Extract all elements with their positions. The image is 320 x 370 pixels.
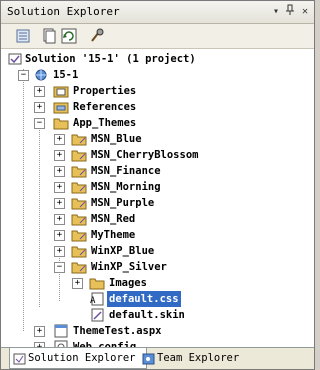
solution-explorer-icon	[13, 352, 26, 365]
bottom-tabs: Solution Explorer Team Explorer	[1, 347, 314, 369]
expand-icon[interactable]: +	[72, 278, 83, 289]
title-bar: Solution Explorer ▾ ✕	[1, 1, 314, 24]
tree-item-label: ThemeTest.aspx	[73, 325, 162, 337]
solution-tree: Solution '15-1' (1 project) − 15-1 + Pro…	[1, 49, 314, 354]
svg-text:A: A	[90, 296, 96, 306]
tree-item-app-themes[interactable]: − App_Themes	[5, 115, 305, 131]
tree-item-label: MSN_Blue	[91, 133, 142, 145]
tree-item-default-skin[interactable]: default.skin	[5, 307, 305, 323]
tree-item-theme[interactable]: + WinXP_Blue	[5, 243, 305, 259]
tree-item-solution[interactable]: Solution '15-1' (1 project)	[5, 51, 305, 67]
tree-item-theme[interactable]: + MSN_Purple	[5, 195, 305, 211]
theme-folder-open-icon	[71, 260, 87, 274]
tree-item-default-css[interactable]: A default.css	[5, 291, 305, 307]
tree-item-label: MSN_CherryBlossom	[91, 149, 199, 161]
tree-item-project[interactable]: − 15-1	[5, 67, 305, 83]
properties-folder-icon	[53, 84, 69, 98]
aspx-file-icon	[53, 324, 69, 338]
theme-folder-icon	[71, 244, 87, 258]
theme-folder-icon	[71, 180, 87, 194]
expand-icon[interactable]: +	[34, 102, 45, 113]
tree-item-label: default.css	[107, 291, 181, 307]
tree-item-label: WinXP_Silver	[91, 261, 167, 273]
collapse-icon[interactable]: −	[34, 118, 45, 129]
tree-item-label: WinXP_Blue	[91, 245, 155, 257]
tree-item-properties[interactable]: + Properties	[5, 83, 305, 99]
tree-item-label: Images	[109, 277, 147, 289]
toolbar	[1, 24, 314, 49]
tree-item-theme[interactable]: + MSN_Blue	[5, 131, 305, 147]
theme-folder-icon	[71, 148, 87, 162]
tree-item-label: default.skin	[109, 309, 185, 321]
tree-item-theme[interactable]: + MSN_Morning	[5, 179, 305, 195]
tree-item-label: References	[73, 101, 137, 113]
theme-folder-icon	[71, 212, 87, 226]
theme-folder-icon	[71, 132, 87, 146]
project-icon	[33, 68, 49, 82]
close-icon[interactable]: ✕	[298, 4, 312, 19]
team-explorer-icon	[142, 352, 155, 365]
tab-label: Solution Explorer	[28, 352, 136, 364]
tree-item-theme[interactable]: + MSN_Finance	[5, 163, 305, 179]
expand-icon[interactable]: +	[34, 86, 45, 97]
folder-open-icon	[53, 116, 69, 130]
theme-folder-icon	[71, 196, 87, 210]
tree-item-theme[interactable]: + MyTheme	[5, 227, 305, 243]
collapse-icon[interactable]: −	[18, 70, 29, 81]
solution-icon	[7, 52, 23, 66]
expand-icon[interactable]: +	[54, 134, 65, 145]
view-code-icon[interactable]	[89, 28, 105, 44]
show-all-files-icon[interactable]	[41, 28, 57, 44]
tree-item-label: 15-1	[53, 69, 79, 81]
theme-folder-icon	[71, 164, 87, 178]
tab-label: Team Explorer	[157, 352, 240, 364]
references-folder-icon	[53, 100, 69, 114]
expand-icon[interactable]: +	[54, 150, 65, 161]
tree-item-themetest[interactable]: + ThemeTest.aspx	[5, 323, 305, 339]
tree-item-label: MSN_Finance	[91, 165, 161, 177]
tree-item-references[interactable]: + References	[5, 99, 305, 115]
properties-icon[interactable]	[15, 28, 31, 44]
solution-explorer-window: Solution Explorer ▾ ✕ Solution '15-1' (1…	[0, 0, 315, 370]
tree-item-label: App_Themes	[73, 117, 137, 129]
tree-item-label: MyTheme	[91, 229, 136, 241]
expand-icon[interactable]: +	[54, 182, 65, 193]
expand-icon[interactable]: +	[54, 214, 65, 225]
tree-item-images[interactable]: + Images	[5, 275, 305, 291]
expand-icon[interactable]: +	[54, 198, 65, 209]
skin-file-icon	[89, 308, 105, 322]
pin-icon[interactable]	[283, 4, 297, 19]
tree-item-theme[interactable]: − WinXP_Silver	[5, 259, 305, 275]
tree-item-label: MSN_Purple	[91, 197, 155, 209]
expand-icon[interactable]: +	[34, 326, 45, 337]
theme-folder-icon	[71, 228, 87, 242]
expand-icon[interactable]: +	[54, 166, 65, 177]
tree-item-theme[interactable]: + MSN_CherryBlossom	[5, 147, 305, 163]
collapse-icon[interactable]: −	[54, 262, 65, 273]
tab-solution-explorer[interactable]: Solution Explorer	[9, 348, 147, 369]
folder-icon	[89, 276, 105, 290]
css-file-icon: A	[89, 292, 105, 306]
dropdown-icon[interactable]: ▾	[269, 4, 283, 19]
tree-item-label: MSN_Morning	[91, 181, 161, 193]
tree-item-label: Properties	[73, 85, 137, 97]
tree-item-label: MSN_Red	[91, 213, 136, 225]
tree-item-label: Solution '15-1' (1 project)	[25, 53, 196, 65]
window-title: Solution Explorer	[7, 5, 120, 18]
tab-team-explorer[interactable]: Team Explorer	[139, 348, 263, 368]
tree-item-theme[interactable]: + MSN_Red	[5, 211, 305, 227]
refresh-icon[interactable]	[61, 28, 77, 44]
expand-icon[interactable]: +	[54, 246, 65, 257]
expand-icon[interactable]: +	[54, 230, 65, 241]
